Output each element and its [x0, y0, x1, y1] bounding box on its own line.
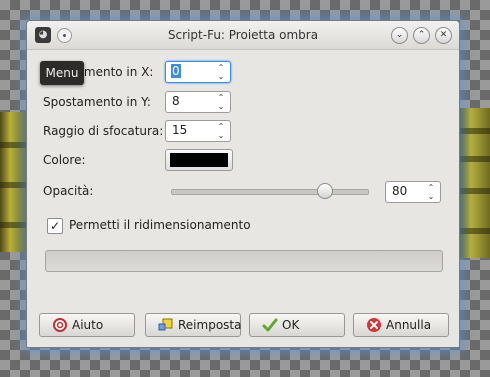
close-button[interactable]: ✕	[435, 27, 452, 44]
blur-radius-label: Raggio di sfocatura:	[43, 124, 164, 138]
color-button[interactable]	[165, 149, 233, 171]
spinner-arrows-icon[interactable]: ⌃ ⌄	[216, 122, 226, 140]
cancel-button[interactable]: Annulla	[353, 313, 449, 337]
color-label: Colore:	[43, 153, 86, 167]
cancel-icon	[367, 318, 381, 332]
opacity-slider[interactable]	[171, 189, 369, 195]
opacity-spinner[interactable]: 80 ⌃ ⌄	[385, 181, 441, 203]
help-button-label: Aiuto	[72, 318, 104, 332]
ok-button-label: OK	[282, 318, 300, 332]
offset-x-value[interactable]: 0	[171, 64, 181, 78]
background-object-left	[0, 112, 26, 252]
opacity-value[interactable]: 80	[392, 184, 407, 198]
chevron-up-icon: ⌃	[417, 30, 426, 40]
spinner-arrows-icon[interactable]: ⌃ ⌄	[426, 183, 436, 201]
offset-y-value[interactable]: 8	[172, 94, 180, 108]
spinner-arrows-icon[interactable]: ⌃ ⌄	[216, 93, 226, 111]
checkmark-icon	[262, 318, 278, 332]
offset-y-spinner[interactable]: 8 ⌃ ⌄	[165, 91, 231, 113]
minimize-button[interactable]: ⌄	[391, 27, 408, 44]
dialog-window: ◕ Script-Fu: Proietta ombra ⌄ ⌃ ✕ Sposta…	[26, 20, 460, 348]
help-button[interactable]: Aiuto	[39, 313, 135, 337]
blur-radius-spinner[interactable]: 15 ⌃ ⌄	[165, 120, 231, 142]
color-swatch	[170, 153, 228, 167]
maximize-button[interactable]: ⌃	[413, 27, 430, 44]
close-icon: ✕	[439, 30, 448, 40]
ok-button[interactable]: OK	[249, 313, 345, 337]
reset-icon	[158, 318, 173, 331]
title-bar[interactable]: ◕ Script-Fu: Proietta ombra ⌄ ⌃ ✕	[27, 21, 459, 50]
reset-button[interactable]: Reimposta	[145, 313, 241, 337]
reset-button-label: Reimposta	[178, 318, 242, 332]
checkmark-icon: ✓	[49, 219, 61, 233]
background-object-right	[458, 108, 490, 258]
allow-resize-checkbox[interactable]: ✓	[47, 218, 63, 234]
offset-x-spinner[interactable]: 0 ⌃ ⌄	[165, 61, 231, 83]
offset-y-label: Spostamento in Y:	[43, 95, 151, 109]
opacity-slider-handle[interactable]	[317, 183, 333, 199]
chevron-down-icon: ⌄	[395, 30, 404, 40]
blur-radius-value[interactable]: 15	[172, 123, 187, 137]
allow-resize-label[interactable]: Permetti il ridimensionamento	[69, 218, 251, 232]
progress-bar	[45, 250, 443, 272]
spinner-arrows-icon[interactable]: ⌃ ⌄	[216, 63, 226, 81]
menu-tooltip: Menu	[40, 61, 84, 85]
cancel-button-label: Annulla	[386, 318, 432, 332]
opacity-label: Opacità:	[43, 184, 94, 198]
help-icon	[53, 318, 67, 332]
